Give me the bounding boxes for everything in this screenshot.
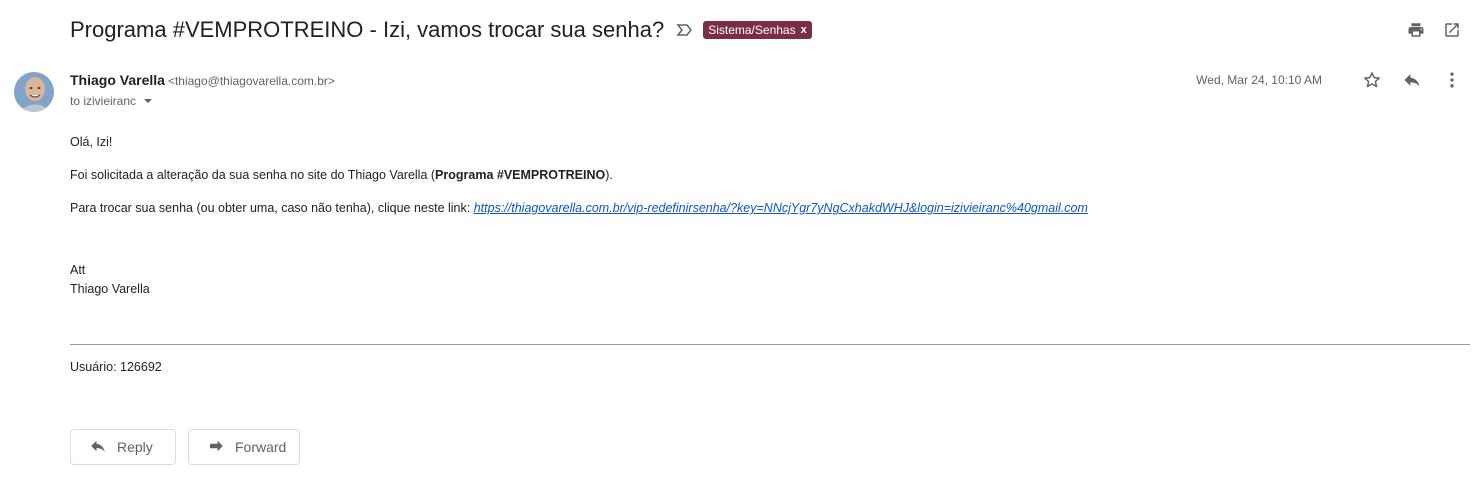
open-in-new-window-icon[interactable] — [1442, 20, 1462, 40]
divider — [70, 344, 1470, 345]
sender-avatar[interactable] — [14, 72, 54, 112]
recipient-line: to izivieiranc — [70, 94, 335, 108]
forward-icon — [207, 437, 225, 458]
user-id-line: Usuário: 126692 — [70, 360, 162, 374]
print-icon[interactable] — [1406, 20, 1426, 40]
greeting: Olá, Izi! — [70, 135, 113, 149]
top-toolbar — [1406, 20, 1462, 40]
reply-button[interactable]: Reply — [70, 429, 176, 465]
forward-button[interactable]: Forward — [188, 429, 300, 465]
sender-line: Thiago Varella <thiago@thiagovarella.com.… — [70, 72, 335, 88]
star-icon[interactable] — [1362, 70, 1382, 90]
message-date: Wed, Mar 24, 10:10 AM — [1196, 73, 1322, 87]
message-meta: Wed, Mar 24, 10:10 AM — [1196, 70, 1462, 90]
reply-actions: Reply Forward — [70, 429, 300, 465]
body-line-1-bold: Programa #VEMPROTREINO — [435, 168, 606, 182]
importance-marker-icon[interactable] — [676, 23, 694, 37]
message-body: Olá, Izi! Foi solicitada a alteração da … — [70, 134, 1450, 299]
sender-email: <thiago@thiagovarella.com.br> — [167, 74, 335, 88]
reply-label: Reply — [117, 439, 153, 455]
signature-line-1: Att — [70, 263, 86, 277]
sender-name[interactable]: Thiago Varella — [70, 72, 165, 88]
recipient-text: to izivieiranc — [70, 94, 137, 108]
sender-block: Thiago Varella <thiago@thiagovarella.com.… — [70, 72, 335, 108]
label-text: Sistema/Senhas — [708, 23, 796, 37]
body-line-1: Foi solicitada a alteração da sua senha … — [70, 167, 1450, 184]
forward-label: Forward — [235, 439, 287, 455]
reply-icon[interactable] — [1402, 70, 1422, 90]
remove-label-icon[interactable]: x — [801, 24, 807, 36]
body-line-1-suffix: ). — [605, 168, 613, 182]
show-details-chevron-down-icon[interactable] — [144, 99, 153, 103]
reply-icon — [89, 437, 107, 458]
signature-line-2: Thiago Varella — [70, 282, 150, 296]
more-vert-icon[interactable] — [1442, 70, 1462, 90]
body-line-2: Para trocar sua senha (ou obter uma, cas… — [70, 200, 1450, 217]
body-line-1-prefix: Foi solicitada a alteração da sua senha … — [70, 168, 436, 182]
email-subject: Programa #VEMPROTREINO - Izi, vamos troc… — [70, 17, 665, 42]
subject-row: Programa #VEMPROTREINO - Izi, vamos troc… — [70, 14, 812, 46]
reset-password-link[interactable]: https://thiagovarella.com.br/vip-redefin… — [474, 201, 1088, 215]
label-chip[interactable]: Sistema/Senhas x — [703, 21, 812, 39]
body-line-2-prefix: Para trocar sua senha (ou obter uma, cas… — [70, 201, 471, 215]
signature: Att Thiago Varella — [70, 261, 1450, 299]
